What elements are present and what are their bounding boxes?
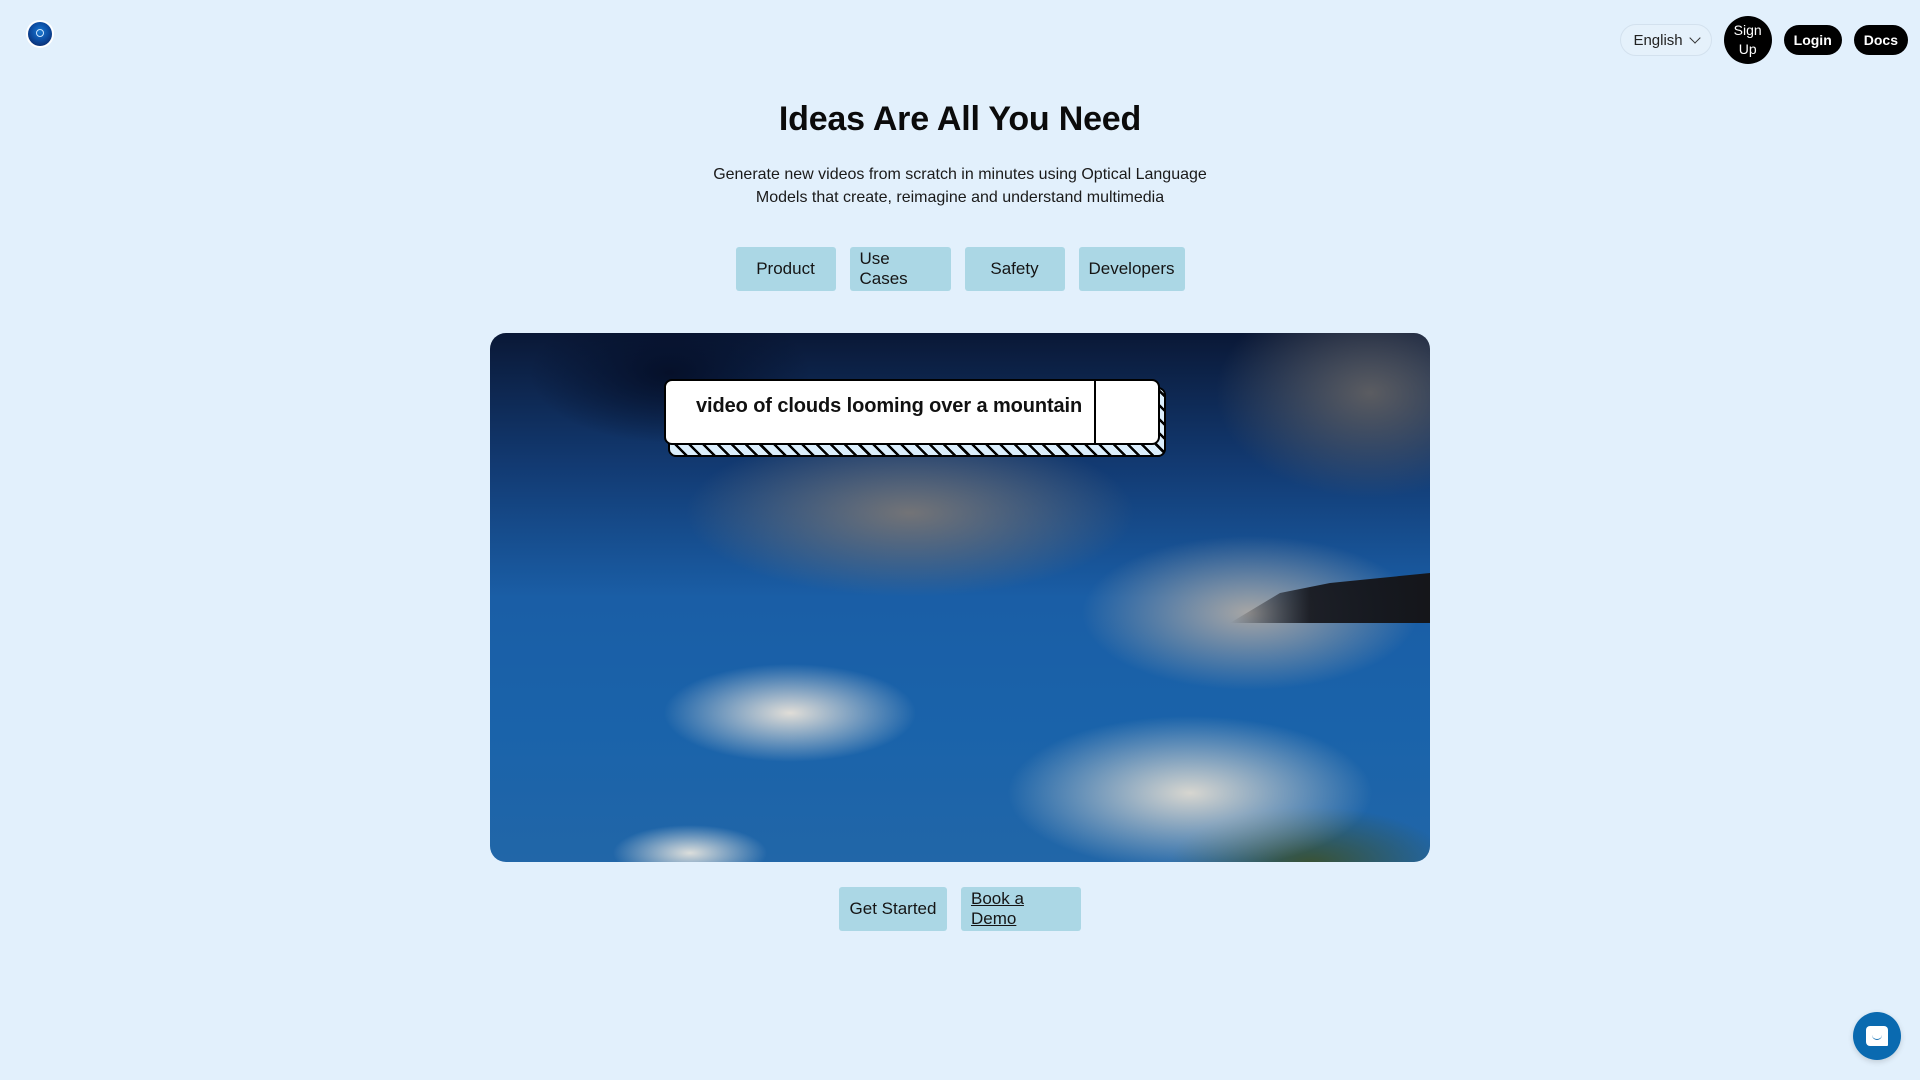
chevron-down-icon — [1688, 32, 1701, 44]
prompt-overlay: video of clouds looming over a mountain — [664, 379, 1174, 459]
hero-subtitle: Generate new videos from scratch in minu… — [713, 166, 1207, 206]
section-tabs: Product Use Cases Safety Developers — [0, 247, 1920, 291]
chat-bubble-icon — [1866, 1026, 1888, 1046]
tab-safety[interactable]: Safety — [964, 247, 1065, 291]
chat-widget-button[interactable] — [1853, 1012, 1901, 1060]
demo-video[interactable]: video of clouds looming over a mountain — [490, 333, 1430, 862]
language-selector[interactable]: English — [1620, 24, 1712, 56]
login-button[interactable]: Login — [1783, 25, 1842, 55]
sign-up-button[interactable]: Sign Up — [1723, 16, 1772, 64]
get-started-button[interactable]: Get Started — [839, 887, 947, 931]
tab-use-cases[interactable]: Use Cases — [849, 247, 951, 291]
prompt-text: video of clouds looming over a mountain — [666, 381, 1096, 443]
prompt-box: video of clouds looming over a mountain — [664, 379, 1160, 445]
top-navigation: English Sign Up Login Docs — [1620, 16, 1908, 64]
page-title: Ideas Are All You Need — [778, 100, 1142, 138]
mountain-silhouette — [1230, 573, 1430, 623]
tab-developers[interactable]: Developers — [1078, 247, 1185, 291]
camera-lens-logo-icon — [28, 22, 52, 46]
tab-product[interactable]: Product — [735, 247, 836, 291]
book-demo-link[interactable]: Book a Demo — [961, 887, 1081, 931]
docs-button[interactable]: Docs — [1853, 25, 1908, 55]
logo[interactable] — [26, 20, 54, 48]
call-to-action-group: Get Started Book a Demo — [0, 887, 1920, 931]
language-selected: English — [1633, 31, 1683, 49]
prompt-end-cap — [1096, 381, 1158, 443]
